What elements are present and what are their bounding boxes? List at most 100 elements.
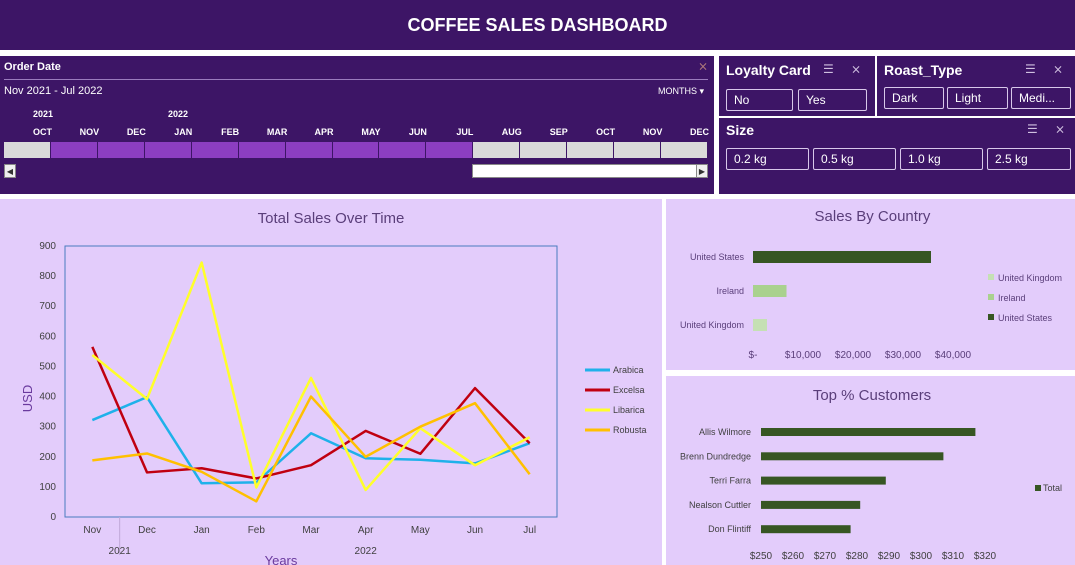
x-tick-label: $320	[974, 551, 997, 562]
clear-filter-icon[interactable]: ⨯	[1055, 122, 1065, 136]
timeline-title: Order Date	[4, 61, 61, 73]
multi-select-icon[interactable]: ☰	[1025, 62, 1036, 76]
multi-select-icon[interactable]: ☰	[823, 62, 834, 76]
x-tick-label: $40,000	[935, 350, 972, 361]
x-tick-label: $300	[910, 551, 933, 562]
size-slicer: Size ☰ ⨯ 0.2 kg 0.5 kg 1.0 kg 2.5 kg	[719, 118, 1075, 194]
series-line-libarica	[91, 261, 531, 492]
size-option-1-0kg[interactable]: 1.0 kg	[900, 148, 983, 170]
loyalty-card-slicer: Loyalty Card ☰ ⨯ No Yes	[719, 56, 875, 116]
loyalty-option-no[interactable]: No	[726, 89, 793, 111]
legend-label: United States	[998, 313, 1053, 323]
timeline-month-cell[interactable]	[661, 142, 708, 158]
category-label: Allis Wilmore	[699, 427, 751, 437]
legend-label: Libarica	[613, 405, 645, 415]
bar	[761, 476, 886, 485]
x-tick-label: $20,000	[835, 350, 872, 361]
y-tick-label: 600	[39, 331, 56, 342]
timeline-month-cell[interactable]	[97, 142, 145, 158]
legend-swatch	[988, 314, 994, 320]
x-tick-label: $30,000	[885, 350, 922, 361]
clear-filter-icon[interactable]: ⨯	[851, 62, 861, 76]
timeline-month-label: MAR	[266, 127, 288, 137]
y-tick-label: 100	[39, 482, 56, 493]
legend-label: Total	[1043, 483, 1062, 493]
x-tick-label: Jun	[467, 525, 483, 536]
timeline-month-cell[interactable]	[144, 142, 192, 158]
timeline-month-cell[interactable]	[285, 142, 333, 158]
roast-option-light[interactable]: Light	[947, 87, 1008, 109]
sales-over-time-chart: 0 100 200 300 400 500 600 700 800 900 Nov Dec Jan Feb…	[20, 241, 647, 565]
category-label: United Kingdom	[680, 320, 744, 330]
size-option-0-5kg[interactable]: 0.5 kg	[813, 148, 896, 170]
x-tick-label: $280	[846, 551, 869, 562]
timeline-month-cell[interactable]	[332, 142, 380, 158]
timeline-month-cell[interactable]	[379, 142, 427, 158]
timeline-range-label: Nov 2021 - Jul 2022	[4, 85, 103, 97]
category-label: United States	[690, 252, 745, 262]
roast-type-slicer: Roast_Type ☰ ⨯ Dark Light Medi...	[877, 56, 1075, 116]
x-axis-title: Years	[265, 553, 298, 565]
sales-by-country-chart: United States Ireland United Kingdom $- $10,…	[680, 251, 1062, 361]
timeline-month-cell[interactable]	[4, 142, 51, 158]
scroll-left-icon[interactable]: ◀	[4, 164, 16, 178]
bar	[761, 452, 944, 461]
roast-option-medium[interactable]: Medi...	[1011, 87, 1071, 109]
size-title: Size	[726, 122, 755, 138]
x-tick-label: $250	[750, 551, 773, 562]
x-tick-label: Jul	[523, 525, 536, 536]
y-tick-label: 200	[39, 452, 56, 463]
x-tick-label: Mar	[302, 525, 320, 536]
x-tick-label: $260	[782, 551, 805, 562]
timeline-month-cell[interactable]	[50, 142, 98, 158]
timeline-month-cell[interactable]	[191, 142, 239, 158]
order-date-timeline[interactable]: Order Date ⨯ Nov 2021 - Jul 2022 MONTHS …	[0, 56, 714, 194]
x-tick-label: Apr	[358, 525, 374, 536]
timeline-year-2021: 2021	[33, 109, 54, 119]
timeline-month-label: OCT	[596, 127, 616, 137]
timeline-month-cell[interactable]	[426, 142, 474, 158]
year-label: 2022	[355, 546, 378, 557]
x-tick-label: Feb	[248, 525, 266, 536]
category-label: Terri Farra	[709, 476, 751, 486]
timeline-month-cell[interactable]	[473, 142, 521, 158]
category-label: Nealson Cuttler	[689, 500, 751, 510]
scroll-right-icon[interactable]: ▶	[696, 164, 708, 178]
bar	[761, 525, 851, 534]
y-tick-label: 900	[39, 241, 56, 252]
timeline-month-label: OCT	[32, 127, 52, 137]
year-label: 2021	[109, 546, 132, 557]
y-tick-label: 800	[39, 271, 56, 282]
category-label: Ireland	[716, 286, 744, 296]
plot-area	[64, 245, 558, 518]
bar	[761, 428, 976, 436]
timeline-month-cell[interactable]	[567, 142, 615, 158]
loyalty-option-yes[interactable]: Yes	[798, 89, 867, 111]
sales-by-country-panel: Sales By Country United States Ireland Uni…	[666, 199, 1075, 370]
clear-filter-icon[interactable]: ⨯	[1053, 62, 1063, 76]
sales-over-time-panel: Total Sales Over Time 0 100 200 300 400 500 60…	[0, 199, 662, 565]
timeline-month-cell[interactable]	[238, 142, 286, 158]
timeline-month-label: DEC	[690, 127, 710, 137]
bar	[753, 319, 767, 331]
timeline-month-label: APR	[314, 127, 334, 137]
size-option-2-5kg[interactable]: 2.5 kg	[987, 148, 1071, 170]
dashboard-title: COFFEE SALES DASHBOARD	[407, 14, 668, 35]
timeline-month-label: SEP	[549, 127, 568, 137]
x-tick-label: $270	[814, 551, 837, 562]
legend-label: United Kingdom	[998, 273, 1062, 283]
roast-option-dark[interactable]: Dark	[884, 87, 944, 109]
y-tick-label: 500	[39, 361, 56, 372]
y-tick-label: 400	[39, 392, 56, 403]
category-label: Brenn Dundredge	[680, 451, 751, 461]
timeline-month-cell[interactable]	[520, 142, 568, 158]
timeline-scrollbar[interactable]	[472, 164, 708, 178]
timeline-level-dropdown[interactable]: MONTHS ▾	[658, 86, 704, 97]
bar	[761, 500, 861, 509]
timeline-month-cell[interactable]	[614, 142, 662, 158]
multi-select-icon[interactable]: ☰	[1027, 122, 1038, 136]
dashboard-header: COFFEE SALES DASHBOARD	[0, 0, 1075, 50]
timeline-month-label: NOV	[642, 127, 663, 137]
clear-filter-icon[interactable]: ⨯	[698, 59, 708, 73]
size-option-0-2kg[interactable]: 0.2 kg	[726, 148, 809, 170]
